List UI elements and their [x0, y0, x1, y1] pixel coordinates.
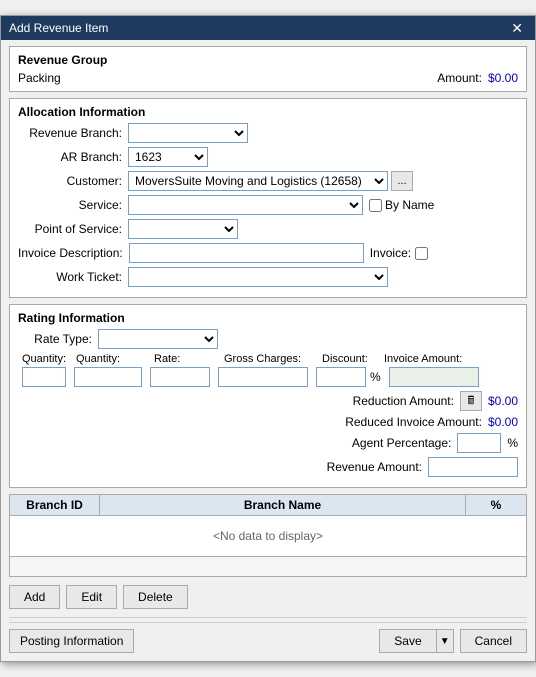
crud-button-row: Add Edit Delete	[9, 583, 527, 611]
service-row: Service: By Name	[18, 195, 518, 215]
invoice-amount-input[interactable]	[389, 367, 479, 387]
reduction-label: Reduction Amount:	[353, 394, 454, 408]
service-select[interactable]	[128, 195, 363, 215]
work-ticket-row: Work Ticket:	[18, 267, 518, 287]
work-ticket-select[interactable]	[128, 267, 388, 287]
discount-input[interactable]	[316, 367, 366, 387]
allocation-header: Allocation Information	[18, 105, 518, 119]
agent-pct-row: Agent Percentage: %	[18, 433, 518, 453]
col-qty2-label: Quantity:	[76, 353, 146, 365]
cancel-button[interactable]: Cancel	[460, 629, 527, 653]
pos-row: Point of Service:	[18, 219, 518, 239]
invoice-checkbox[interactable]	[415, 247, 428, 260]
col-branch-name: Branch Name	[100, 495, 466, 515]
qty1-input[interactable]	[22, 367, 66, 387]
distribution-body: <No data to display>	[10, 516, 526, 556]
customer-select[interactable]: MoversSuite Moving and Logistics (12658)	[128, 171, 388, 191]
revenue-group-section: Revenue Group Packing Amount: $0.00	[9, 46, 527, 92]
rating-col-headers: Quantity: Quantity: Rate: Gross Charges:…	[18, 353, 518, 365]
rating-inputs-row: %	[18, 367, 518, 387]
customer-label: Customer:	[18, 174, 128, 188]
revenue-group-amount: Amount: $0.00	[437, 71, 518, 85]
ar-branch-row: AR Branch: 1623	[18, 147, 518, 167]
invoice-desc-label: Invoice Description:	[18, 246, 129, 260]
col-pct: %	[466, 495, 526, 515]
delete-button[interactable]: Delete	[123, 585, 188, 609]
add-button[interactable]: Add	[9, 585, 60, 609]
by-name-label: By Name	[369, 198, 434, 212]
ar-branch-select[interactable]: 1623	[128, 147, 208, 167]
rate-type-label: Rate Type:	[18, 332, 98, 346]
invoice-desc-group: Invoice:	[129, 243, 428, 263]
reduction-amount-row: Reduction Amount: 🖩 $0.00	[18, 391, 518, 411]
ar-branch-label: AR Branch:	[18, 150, 128, 164]
revenue-amount-input[interactable]	[428, 457, 518, 477]
service-input-group: By Name	[128, 195, 434, 215]
col-gross-label: Gross Charges:	[224, 353, 314, 365]
invoice-check-label: Invoice:	[370, 246, 428, 260]
percent-label1: %	[370, 370, 381, 384]
posting-info-button[interactable]: Posting Information	[9, 629, 134, 653]
col-branch-id: Branch ID	[10, 495, 100, 515]
dialog-body: Revenue Group Packing Amount: $0.00 Allo…	[1, 40, 535, 661]
customer-row: Customer: MoversSuite Moving and Logisti…	[18, 171, 518, 191]
col-rate-label: Rate:	[154, 353, 216, 365]
col-discount-label: Discount:	[322, 353, 376, 365]
col-invoice-label: Invoice Amount:	[384, 353, 462, 365]
calc-button[interactable]: 🖩	[460, 391, 482, 411]
distribution-footer	[10, 556, 526, 576]
pos-label: Point of Service:	[18, 222, 128, 236]
revenue-amount-row: Revenue Amount:	[18, 457, 518, 477]
dialog-title: Add Revenue Item	[9, 21, 108, 35]
allocation-section: Allocation Information Revenue Branch: A…	[9, 98, 527, 298]
amount-value: $0.00	[488, 71, 518, 85]
rate-input[interactable]	[150, 367, 210, 387]
no-data-text: <No data to display>	[213, 529, 323, 543]
save-button[interactable]: Save	[379, 629, 435, 653]
reduction-value: $0.00	[488, 394, 518, 408]
footer-divider	[9, 617, 527, 618]
customer-dots-button[interactable]: ...	[391, 171, 413, 191]
save-cancel-group: Save ▼ Cancel	[379, 629, 527, 653]
rating-header: Rating Information	[18, 311, 518, 325]
revenue-group-name: Packing	[18, 71, 61, 85]
close-button[interactable]: ✕	[507, 21, 527, 35]
title-bar: Add Revenue Item ✕	[1, 16, 535, 40]
service-label: Service:	[18, 198, 128, 212]
revenue-branch-row: Revenue Branch:	[18, 123, 518, 143]
revenue-group-header: Revenue Group	[18, 53, 518, 67]
agent-pct-label: Agent Percentage:	[352, 436, 451, 450]
invoice-desc-input[interactable]	[129, 243, 364, 263]
footer-row: Posting Information Save ▼ Cancel	[9, 622, 527, 653]
rate-type-select[interactable]	[98, 329, 218, 349]
reduced-invoice-row: Reduced Invoice Amount: $0.00	[18, 415, 518, 429]
rating-section: Rating Information Rate Type: Quantity: …	[9, 304, 527, 488]
revenue-amount-label: Revenue Amount:	[327, 460, 422, 474]
reduced-invoice-label: Reduced Invoice Amount:	[345, 415, 482, 429]
rate-type-row: Rate Type:	[18, 329, 518, 349]
revenue-group-row: Packing Amount: $0.00	[18, 71, 518, 85]
percent-label2: %	[507, 436, 518, 450]
save-dropdown-icon: ▼	[440, 636, 450, 647]
customer-input-group: MoversSuite Moving and Logistics (12658)…	[128, 171, 413, 191]
by-name-checkbox[interactable]	[369, 199, 382, 212]
distribution-header: Branch ID Branch Name %	[10, 495, 526, 516]
edit-button[interactable]: Edit	[66, 585, 117, 609]
agent-pct-input[interactable]	[457, 433, 501, 453]
work-ticket-label: Work Ticket:	[18, 270, 128, 284]
revenue-branch-select[interactable]	[128, 123, 248, 143]
add-revenue-dialog: Add Revenue Item ✕ Revenue Group Packing…	[0, 15, 536, 662]
col-qty1-label: Quantity:	[22, 353, 68, 365]
distribution-section: Branch ID Branch Name % <No data to disp…	[9, 494, 527, 577]
reduced-invoice-value: $0.00	[488, 415, 518, 429]
save-button-group: Save ▼	[379, 629, 453, 653]
gross-charges-input[interactable]	[218, 367, 308, 387]
pos-select[interactable]	[128, 219, 238, 239]
save-dropdown-button[interactable]: ▼	[436, 629, 454, 653]
revenue-branch-label: Revenue Branch:	[18, 126, 128, 140]
qty2-input[interactable]	[74, 367, 142, 387]
invoice-desc-row: Invoice Description: Invoice:	[18, 243, 518, 263]
amount-label: Amount:	[437, 71, 482, 85]
